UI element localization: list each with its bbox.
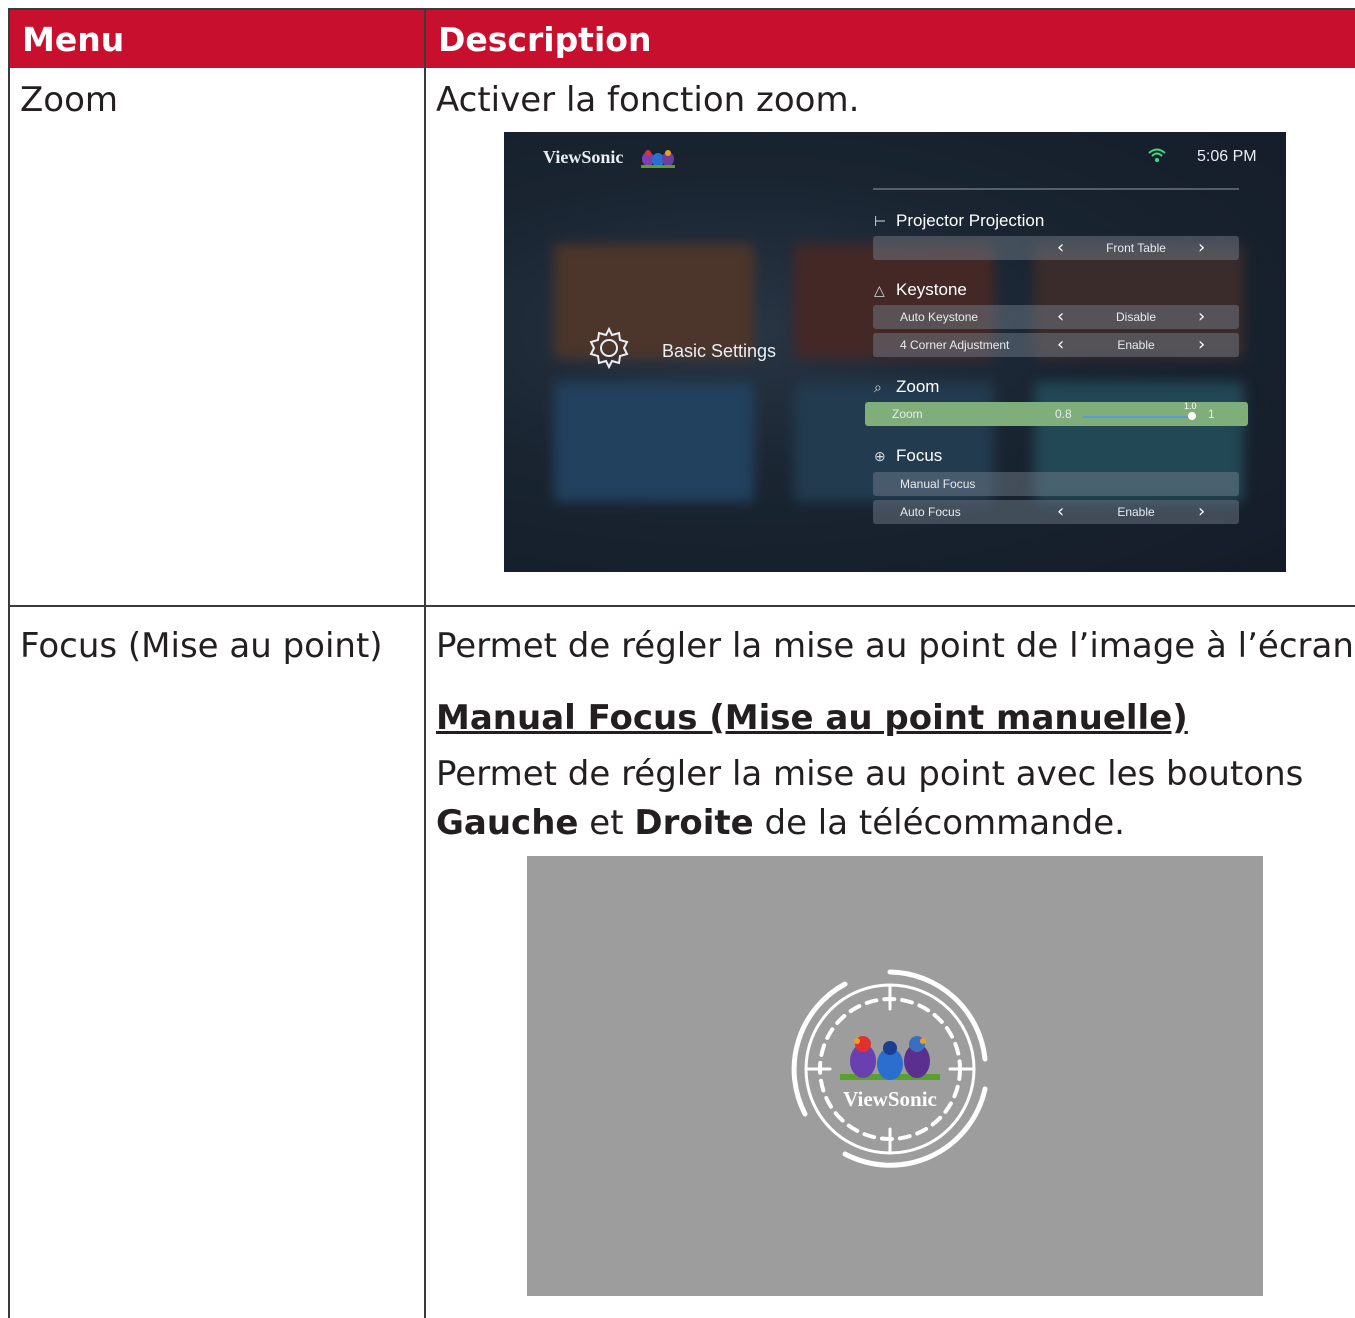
section-focus: ⊕ Focus <box>874 446 943 465</box>
left-border <box>8 8 10 1318</box>
section-zoom: ⌕ Zoom <box>874 377 940 396</box>
chevron-left-icon[interactable]: ‹ <box>1057 237 1064 258</box>
search-icon: ⌕ <box>874 379 882 395</box>
category-label: Basic Settings <box>662 341 777 361</box>
focus-pattern-screenshot: ViewSonic <box>527 856 1263 1296</box>
header-menu: Menu <box>22 20 125 59</box>
table-header: Menu Description <box>8 8 1355 68</box>
chevron-right-icon[interactable]: › <box>1198 334 1205 355</box>
menu-cell-zoom: Zoom <box>20 80 119 120</box>
focus-target-icon <box>791 969 988 1168</box>
projector-icon: ⊢ <box>874 213 887 229</box>
manual-focus-text-line1: Permet de régler la mise au point avec l… <box>436 754 1304 794</box>
chevron-right-icon[interactable]: › <box>1198 501 1205 522</box>
zoom-slider-track[interactable] <box>1083 416 1193 418</box>
zoom-slider-thumb[interactable] <box>1188 412 1196 420</box>
birds-logo-icon <box>641 150 675 168</box>
chevron-left-icon[interactable]: ‹ <box>1057 306 1064 327</box>
manual-focus-heading: Manual Focus (Mise au point manuelle) <box>436 698 1188 738</box>
chevron-left-icon[interactable]: ‹ <box>1057 501 1064 522</box>
menu-cell-focus: Focus (Mise au point) <box>20 626 383 666</box>
auto-keystone-row[interactable]: Auto Keystone ‹ Disable › <box>873 305 1239 329</box>
zoom-settings-screenshot: ViewSonic 5:06 PM Basic Settings ⊢ Proje… <box>504 132 1286 572</box>
manual-focus-text-line2: Gauche et Droite de la télécommande. <box>436 803 1125 843</box>
section-keystone: △ Keystone <box>874 280 967 299</box>
clock: 5:06 PM <box>1197 148 1257 165</box>
keystone-icon: △ <box>874 282 885 298</box>
gear-icon <box>589 326 629 370</box>
column-divider <box>424 8 426 1318</box>
menu-table: Menu Description Zoom Activer la fonctio… <box>8 8 1355 1318</box>
projection-row[interactable]: ‹ Front Table › <box>873 236 1239 260</box>
wifi-icon <box>1148 148 1166 162</box>
chevron-right-icon[interactable]: › <box>1198 237 1205 258</box>
brand-logo: ViewSonic <box>543 147 624 167</box>
header-description: Description <box>438 20 652 59</box>
manual-focus-row[interactable]: Manual Focus <box>873 472 1239 496</box>
description-focus: Permet de régler la mise au point de l’i… <box>436 626 1355 666</box>
corner-adjustment-row[interactable]: 4 Corner Adjustment ‹ Enable › <box>873 333 1239 357</box>
chevron-right-icon[interactable]: › <box>1198 306 1205 327</box>
zoom-slider-row[interactable]: Zoom 0.8 1.0 1 <box>865 401 1248 426</box>
row-divider <box>8 605 1355 607</box>
chevron-left-icon[interactable]: ‹ <box>1057 334 1064 355</box>
focus-brand-text: ViewSonic <box>843 1087 937 1111</box>
crosshair-icon: ⊕ <box>874 448 886 464</box>
description-zoom: Activer la fonction zoom. <box>436 80 860 120</box>
auto-focus-row[interactable]: Auto Focus ‹ Enable › <box>873 500 1239 524</box>
section-projector-projection: ⊢ Projector Projection <box>874 211 1045 230</box>
